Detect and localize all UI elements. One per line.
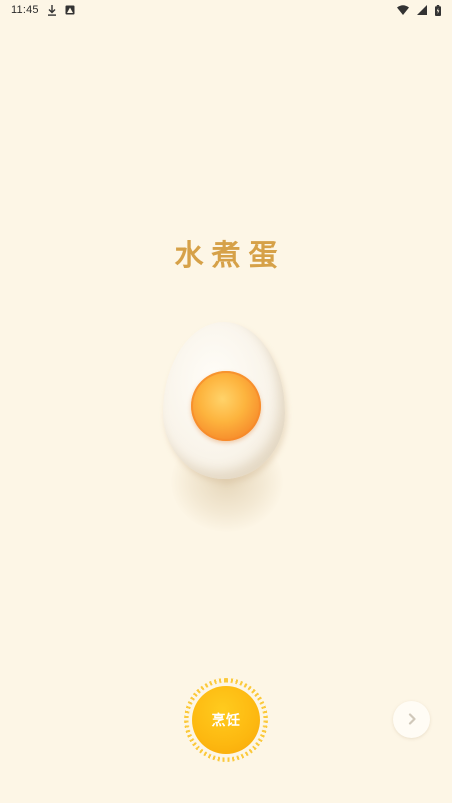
status-bar: 11:45: [0, 0, 452, 20]
battery-icon: [435, 4, 441, 16]
page-title: 水煮蛋: [174, 238, 286, 272]
status-left: 11:45: [11, 4, 75, 16]
boiled-egg-half-icon: [163, 322, 287, 532]
cook-button-label: 烹饪: [211, 713, 241, 729]
cook-button[interactable]: 烹饪: [184, 678, 268, 762]
download-icon: [47, 4, 57, 16]
image-notification-icon: [65, 5, 75, 15]
status-time: 11:45: [11, 4, 39, 16]
chevron-right-icon: [407, 710, 417, 729]
status-right: [397, 4, 441, 16]
wifi-icon: [397, 5, 409, 15]
egg-yolk: [191, 371, 261, 441]
signal-icon: [417, 5, 427, 15]
next-button[interactable]: [393, 701, 430, 738]
